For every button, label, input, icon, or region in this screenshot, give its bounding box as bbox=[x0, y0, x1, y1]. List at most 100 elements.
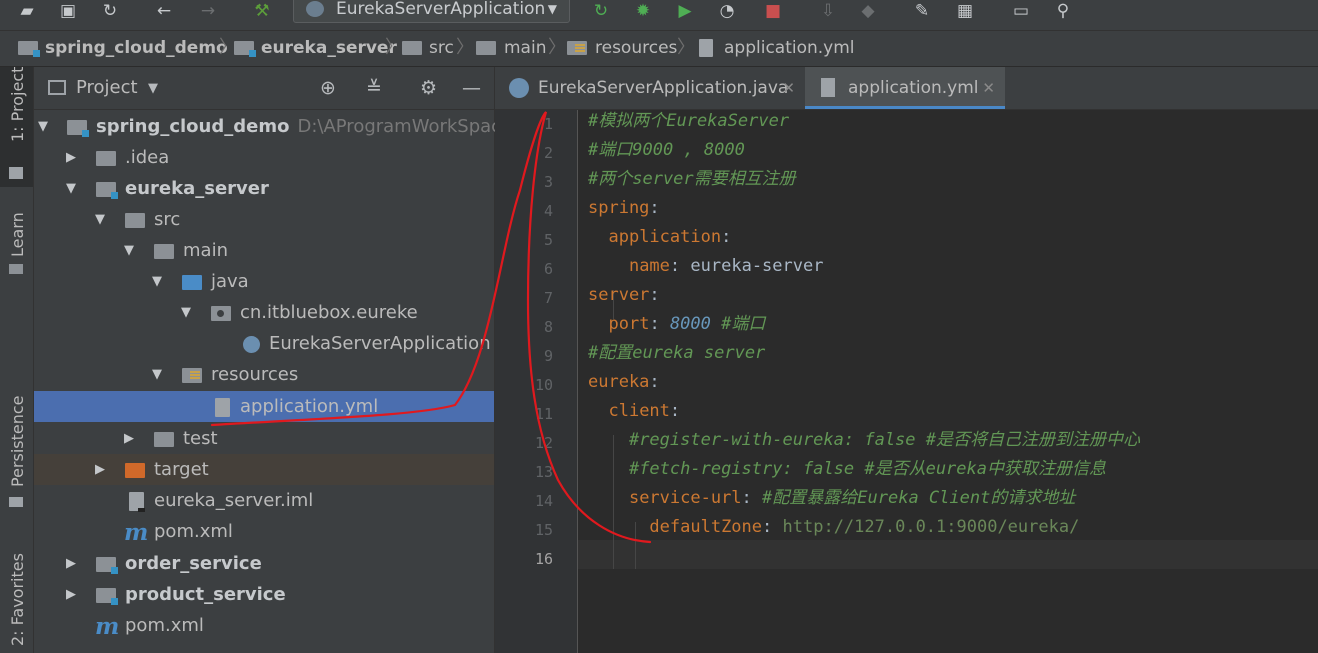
code-line-10[interactable]: eureka: bbox=[588, 368, 660, 397]
code-line-5[interactable]: application: bbox=[588, 223, 731, 252]
code-line-4[interactable]: spring: bbox=[588, 194, 660, 223]
project-structure-icon[interactable]: ▦ bbox=[952, 0, 978, 22]
expanded-arrow-icon[interactable]: ▼ bbox=[38, 119, 48, 134]
search-icon[interactable]: ⚲ bbox=[1050, 0, 1076, 22]
sdk-icon[interactable]: ◆ bbox=[855, 0, 881, 22]
collapsed-arrow-icon[interactable]: ▶ bbox=[66, 150, 76, 165]
tree-item-spring-cloud-demo[interactable]: ▼ spring_cloud_demo D:\AProgramWorkSpace\… bbox=[34, 111, 546, 142]
expanded-arrow-icon[interactable]: ▼ bbox=[66, 181, 76, 196]
back-icon[interactable]: ← bbox=[151, 0, 177, 22]
yaml-comment: #配置暴露给Eureka Client的请求地址 bbox=[762, 488, 1076, 508]
chevron-down-icon: ▼ bbox=[547, 2, 557, 16]
tree-item-main[interactable]: ▼ main bbox=[34, 235, 494, 266]
open-folder-icon[interactable]: ▰ bbox=[14, 0, 40, 22]
code-line-3[interactable]: #两个server需要相互注册 bbox=[588, 165, 796, 194]
folder-icon bbox=[402, 41, 422, 55]
project-tool-tab[interactable]: 1: Project bbox=[0, 67, 33, 187]
collapsed-arrow-icon[interactable]: ▶ bbox=[124, 431, 134, 446]
code-line-9[interactable]: #配置eureka server bbox=[588, 339, 765, 368]
tree-item-resources[interactable]: ▼ resources bbox=[34, 359, 494, 390]
hide-icon[interactable]: — bbox=[462, 77, 481, 99]
expanded-arrow-icon[interactable]: ▼ bbox=[181, 305, 191, 320]
code-line-7[interactable]: server: bbox=[588, 281, 660, 310]
attach-icon[interactable]: ⇩ bbox=[815, 0, 841, 22]
breadcrumb-item[interactable]: eureka_server bbox=[261, 36, 397, 60]
tree-item-application-yml[interactable]: application.yml bbox=[34, 391, 494, 422]
run-coverage-icon[interactable]: ▶ bbox=[672, 0, 698, 22]
settings-wrench-icon[interactable]: ✎ bbox=[909, 0, 935, 22]
yaml-colon: : bbox=[649, 372, 660, 392]
tree-item-src[interactable]: ▼ src bbox=[34, 204, 494, 235]
tree-item-test[interactable]: ▶ test bbox=[34, 423, 494, 454]
tree-item-eureka-server-application[interactable]: EurekaServerApplication bbox=[34, 328, 494, 359]
tree-item-package[interactable]: ▼ cn.itbluebox.eureke bbox=[34, 297, 494, 328]
expanded-arrow-icon[interactable]: ▼ bbox=[124, 243, 134, 258]
tree-item-pom-xml[interactable]: m pom.xml bbox=[34, 516, 494, 547]
yaml-comment: #配置eureka server bbox=[588, 343, 766, 363]
tree-item-eureka-server[interactable]: ▼ eureka_server bbox=[34, 173, 494, 204]
yaml-comment: #fetch-registry: false #是否从eureka中获取注册信息 bbox=[628, 459, 1106, 479]
yaml-colon: : bbox=[649, 285, 660, 305]
learn-tool-tab[interactable]: Learn bbox=[0, 202, 33, 282]
project-view-title[interactable]: Project bbox=[76, 77, 138, 98]
save-icon[interactable]: ▣ bbox=[55, 0, 81, 22]
breadcrumb-item[interactable]: application.yml bbox=[724, 36, 855, 60]
tab-application-yml[interactable]: application.yml ✕ bbox=[805, 67, 1005, 109]
tree-item-name: spring_cloud_demo bbox=[96, 116, 290, 137]
breadcrumb-item[interactable]: resources bbox=[595, 36, 677, 60]
terminal-icon[interactable]: ▭ bbox=[1008, 0, 1034, 22]
collapse-all-icon[interactable]: ≚ bbox=[366, 77, 382, 99]
collapsed-arrow-icon[interactable]: ▶ bbox=[66, 556, 76, 571]
persistence-tool-tab-label: Persistence bbox=[8, 395, 27, 487]
tree-item-idea[interactable]: ▶ .idea bbox=[34, 142, 494, 173]
yaml-value: eureka-server bbox=[690, 256, 824, 276]
tab-eureka-server-application-java[interactable]: EurekaServerApplication.java ✕ bbox=[495, 67, 805, 109]
expanded-arrow-icon[interactable]: ▼ bbox=[152, 274, 162, 289]
close-icon[interactable]: ✕ bbox=[982, 67, 995, 109]
code-line-13[interactable]: #fetch-registry: false #是否从eureka中获取注册信息 bbox=[588, 455, 1106, 484]
persistence-tool-tab[interactable]: Persistence bbox=[0, 387, 33, 517]
breadcrumb-item[interactable]: main bbox=[504, 36, 546, 60]
sync-icon[interactable]: ↻ bbox=[97, 0, 123, 22]
tree-item-eureka-server-iml[interactable]: eureka_server.iml bbox=[34, 485, 494, 516]
run-icon[interactable]: ↻ bbox=[588, 0, 614, 22]
run-configuration-select[interactable]: EurekaServerApplication ▼ bbox=[293, 0, 570, 23]
code-line-1[interactable]: #模拟两个EurekaServer bbox=[588, 107, 789, 136]
locate-target-icon[interactable]: ⊕ bbox=[320, 77, 336, 99]
expanded-arrow-icon[interactable]: ▼ bbox=[95, 212, 105, 227]
build-hammer-icon[interactable]: ⚒ bbox=[249, 0, 275, 22]
debug-icon[interactable]: ✹ bbox=[630, 0, 656, 22]
breadcrumb-item[interactable]: src bbox=[429, 36, 454, 60]
spring-boot-class-icon bbox=[509, 78, 529, 98]
profile-icon[interactable]: ◔ bbox=[714, 0, 740, 22]
stop-icon[interactable]: ■ bbox=[760, 0, 786, 22]
forward-icon[interactable]: → bbox=[195, 0, 221, 22]
folder-icon bbox=[125, 213, 145, 228]
code-line-6[interactable]: name: eureka-server bbox=[588, 252, 824, 281]
line-number: 3 bbox=[543, 173, 553, 191]
tree-item-java[interactable]: ▼ java bbox=[34, 266, 494, 297]
tree-item-order-service[interactable]: ▶ order_service bbox=[34, 548, 494, 579]
favorites-tool-tab[interactable]: 2: Favorites bbox=[0, 542, 33, 653]
tree-item-product-service[interactable]: ▶ product_service bbox=[34, 579, 494, 610]
code-line-11[interactable]: client: bbox=[588, 397, 680, 426]
tree-item-label: pom.xml bbox=[154, 521, 233, 542]
tree-item-target[interactable]: ▶ target bbox=[34, 454, 494, 485]
code-line-12[interactable]: #register-with-eureka: false #是否将自己注册到注册… bbox=[588, 426, 1140, 455]
breadcrumb-item[interactable]: spring_cloud_demo bbox=[45, 36, 228, 60]
learn-icon bbox=[9, 264, 23, 274]
tree-item-label: eureka_server.iml bbox=[154, 490, 314, 511]
gear-icon[interactable]: ⚙ bbox=[420, 77, 437, 99]
maven-icon: m bbox=[124, 519, 149, 546]
collapsed-arrow-icon[interactable]: ▶ bbox=[95, 462, 105, 477]
collapsed-arrow-icon[interactable]: ▶ bbox=[66, 587, 76, 602]
line-number: 10 bbox=[534, 376, 553, 394]
code-line-15[interactable]: defaultZone: http://127.0.0.1:9000/eurek… bbox=[588, 513, 1079, 542]
chevron-down-icon[interactable]: ▼ bbox=[148, 81, 158, 96]
expanded-arrow-icon[interactable]: ▼ bbox=[152, 367, 162, 382]
close-icon[interactable]: ✕ bbox=[782, 67, 795, 109]
code-line-2[interactable]: #端口9000 , 8000 bbox=[588, 136, 745, 165]
tree-item-root-pom-xml[interactable]: m pom.xml bbox=[34, 610, 494, 641]
code-line-14[interactable]: service-url: #配置暴露给Eureka Client的请求地址 bbox=[588, 484, 1075, 513]
code-line-8[interactable]: port: 8000 #端口 bbox=[588, 310, 765, 339]
